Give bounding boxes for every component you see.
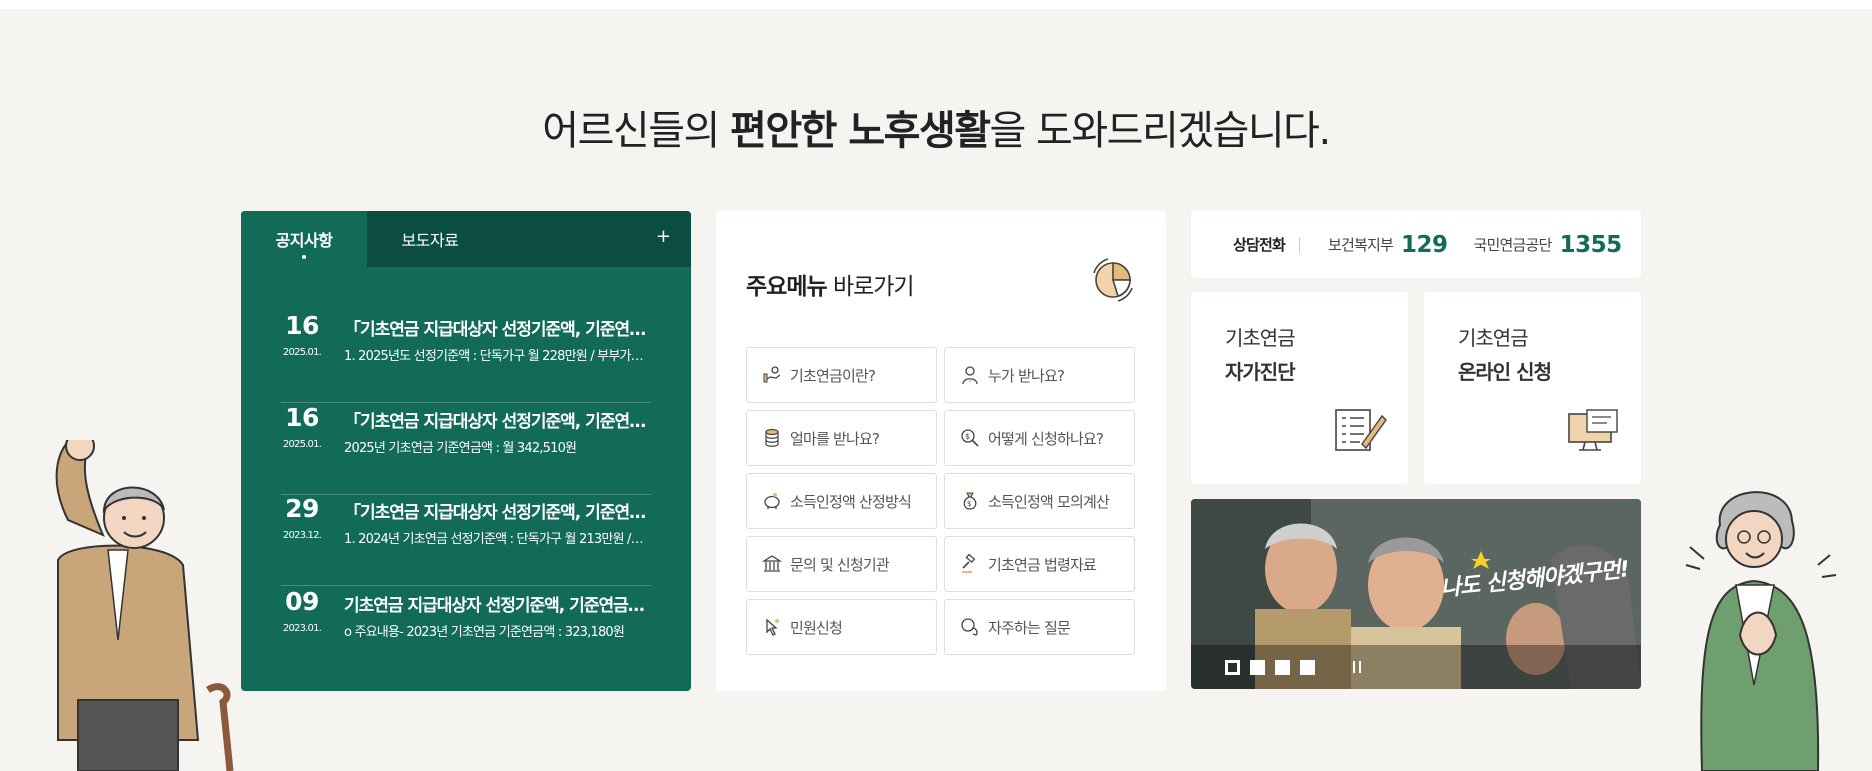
notice-date: 2023.01. <box>282 623 322 634</box>
pause-icon[interactable] <box>1353 661 1361 673</box>
quick-item-how-apply[interactable]: $ 어떻게 신청하나요? <box>944 410 1135 466</box>
card-line-1: 기초연금 <box>1225 326 1296 350</box>
money-bag-icon: $ <box>959 490 981 512</box>
contact-number-2[interactable]: 1355 <box>1560 232 1623 258</box>
quick-item-income-calc[interactable]: $ 소득인정액 모의계산 <box>944 473 1135 529</box>
card-line-1: 기초연금 <box>1458 326 1529 350</box>
coins-hand-icon <box>761 364 783 386</box>
contact-org-2: 국민연금공단 <box>1473 236 1553 254</box>
quick-item-civil[interactable]: 민원신청 <box>746 599 937 655</box>
notice-item[interactable]: 09 2023.01. 기초연금 지급대상자 선정기준액, 기준연금액 고시 개… <box>281 587 654 679</box>
notice-title[interactable]: 기초연금 지급대상자 선정기준액, 기준연금액 고시 개정 <box>344 591 654 616</box>
coin-stack-icon <box>761 427 783 449</box>
contact-bar: 상담전화 보건복지부 129 국민연금공단 1355 <box>1191 211 1641 278</box>
svg-text:$: $ <box>967 500 971 508</box>
notice-desc: 1. 2025년도 선정기준액 : 단독가구 월 228만원 / 부부가구 월 … <box>344 349 644 364</box>
piggy-bank-icon <box>761 490 783 512</box>
tab-notice[interactable]: 공지사항 <box>241 211 367 267</box>
pointer-icon <box>761 616 783 638</box>
notice-day: 09 <box>285 587 319 616</box>
quick-item-label: 민원신청 <box>790 618 843 637</box>
notice-divider <box>281 585 651 586</box>
chat-icon <box>959 616 981 638</box>
self-diagnosis-card[interactable]: 기초연금 자가진단 <box>1191 292 1408 484</box>
card-line-2: 온라인 신청 <box>1458 360 1552 384</box>
promo-banner[interactable]: 나도 신청해야겠구먼! <box>1191 499 1641 689</box>
quick-item-faq[interactable]: 자주하는 질문 <box>944 599 1135 655</box>
slide-dot-2[interactable] <box>1250 659 1265 675</box>
svg-text:$: $ <box>965 432 970 441</box>
quick-item-label: 기초연금 법령자료 <box>988 555 1097 574</box>
quick-item-how-much[interactable]: 얼마를 받나요? <box>746 410 937 466</box>
gavel-icon <box>959 553 981 575</box>
quick-item-contact-agency[interactable]: 문의 및 신청기관 <box>746 536 937 592</box>
quick-item-label: 문의 및 신청기관 <box>790 555 890 574</box>
quick-item-who[interactable]: 누가 받나요? <box>944 347 1135 403</box>
quick-item-label: 자주하는 질문 <box>988 618 1071 637</box>
contact-org-1: 보건복지부 <box>1328 236 1394 254</box>
notice-title[interactable]: 「기초연금 지급대상자 선정기준액, 기준연금액 고시」 개정 <box>344 407 654 432</box>
quick-menu-title-rest: 바로가기 <box>826 274 915 300</box>
notice-item[interactable]: 29 2023.12. 「기초연금 지급대상자 선정기준액, 기준연금액 고시」… <box>281 494 654 586</box>
quick-item-label: 소득인정액 산정방식 <box>790 492 912 511</box>
elderly-woman-illustration <box>1685 491 1837 771</box>
quick-item-label: 기초연금이란? <box>790 366 876 385</box>
quick-item-label: 얼마를 받나요? <box>790 429 880 448</box>
notice-day: 16 <box>285 403 319 432</box>
notice-day: 29 <box>285 494 319 523</box>
elderly-man-illustration <box>55 440 234 771</box>
headline-text-1: 어르신들의 <box>542 108 731 154</box>
slide-dot-4[interactable] <box>1300 659 1315 675</box>
notice-date: 2023.12. <box>282 530 322 541</box>
monitor-icon <box>1568 409 1618 451</box>
notice-desc: 1. 2024년 기초연금 선정기준액 : 단독가구 월 213만원 / 부부가… <box>344 532 644 547</box>
quick-menu-title-bold: 주요메뉴 <box>746 274 828 300</box>
quick-menu-panel: 주요메뉴 바로가기 기초연금이란? 누가 받나요? 얼마를 받나요? $ 어떻게… <box>716 211 1166 691</box>
notice-item[interactable]: 16 2025.01. 「기초연금 지급대상자 선정기준액, 기준연금액 고시」… <box>281 403 654 495</box>
headline-text-2: 을 도와드리겠습니다. <box>989 108 1332 154</box>
notice-title[interactable]: 「기초연금 지급대상자 선정기준액, 기준연금액 고시」 개정 <box>344 315 654 340</box>
contact-label: 상담전화 <box>1233 236 1286 254</box>
quick-item-income-method[interactable]: 소득인정액 산정방식 <box>746 473 937 529</box>
notice-tabs: 공지사항 보도자료 + <box>241 211 691 267</box>
slide-dot-1[interactable] <box>1225 659 1240 675</box>
contact-number-1[interactable]: 129 <box>1401 232 1448 258</box>
notice-desc: o 주요내용- 2023년 기초연금 기준연금액 : 323,180원 <box>344 625 625 640</box>
building-icon <box>761 553 783 575</box>
notice-more-button[interactable]: + <box>656 226 671 247</box>
quick-item-label: 누가 받나요? <box>988 366 1065 385</box>
online-apply-card[interactable]: 기초연금 온라인 신청 <box>1424 292 1641 484</box>
quick-item-about[interactable]: 기초연금이란? <box>746 347 937 403</box>
slide-dot-3[interactable] <box>1275 659 1290 675</box>
quick-item-law[interactable]: 기초연금 법령자료 <box>944 536 1135 592</box>
notice-date: 2025.01. <box>282 439 322 450</box>
checklist-pen-icon <box>1335 409 1387 451</box>
notice-title[interactable]: 「기초연금 지급대상자 선정기준액, 기준연금액 고시」 개정 <box>344 498 654 523</box>
top-strip <box>0 0 1872 9</box>
quick-item-label: 소득인정액 모의계산 <box>988 492 1110 511</box>
money-search-icon: $ <box>959 427 981 449</box>
tab-press[interactable]: 보도자료 <box>367 211 493 267</box>
contact-divider <box>1299 236 1301 253</box>
page-headline: 어르신들의 편안한 노후생활을 도와드리겠습니다. <box>0 98 1872 156</box>
notice-desc: 2025년 기초연금 기준연금액 : 월 342,510원 <box>344 441 577 456</box>
quick-item-label: 어떻게 신청하나요? <box>988 429 1104 448</box>
notice-panel: 공지사항 보도자료 + 16 2025.01. 「기초연금 지급대상자 선정기준… <box>241 211 691 691</box>
person-icon <box>959 364 981 386</box>
quick-menu-title: 주요메뉴 바로가기 <box>746 267 915 301</box>
card-line-2: 자가진단 <box>1225 360 1296 384</box>
banner-controls <box>1191 645 1641 689</box>
pie-chart-icon <box>1093 258 1133 302</box>
notice-date: 2025.01. <box>282 347 322 358</box>
headline-emphasis: 편안한 노후생활 <box>730 108 991 154</box>
notice-item[interactable]: 16 2025.01. 「기초연금 지급대상자 선정기준액, 기준연금액 고시」… <box>281 311 654 403</box>
notice-day: 16 <box>285 311 319 340</box>
